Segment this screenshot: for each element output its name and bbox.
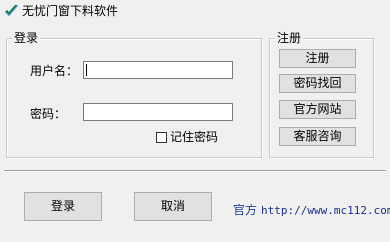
password-label: 密码： [30,107,67,121]
app-icon [4,3,20,19]
register-group-title: 注册 [275,31,304,45]
divider [4,170,386,172]
customer-service-button[interactable]: 客服咨询 [279,127,356,146]
register-button[interactable]: 注册 [279,49,356,68]
window-title: 无忧门窗下料软件 [22,4,119,18]
remember-password-checkbox[interactable] [156,132,167,143]
login-group-title: 登录 [12,31,41,45]
password-input[interactable] [83,103,233,121]
username-label: 用户名： [30,64,79,78]
text-caret [86,64,87,76]
site-url: http://www.mc112.com [261,204,390,217]
login-group [6,38,262,158]
cancel-button[interactable]: 取消 [134,192,212,221]
recover-password-button[interactable]: 密码找回 [279,74,356,93]
arrow-check-icon [5,5,18,16]
username-input[interactable] [83,61,233,79]
official-site-button[interactable]: 官方网站 [279,100,356,119]
login-button[interactable]: 登录 [24,192,102,221]
official-site-link[interactable]: 官方 http://www.mc112.com [233,202,390,218]
remember-password-label[interactable]: 记住密码 [170,129,218,145]
site-prefix: 官方 [233,203,258,217]
